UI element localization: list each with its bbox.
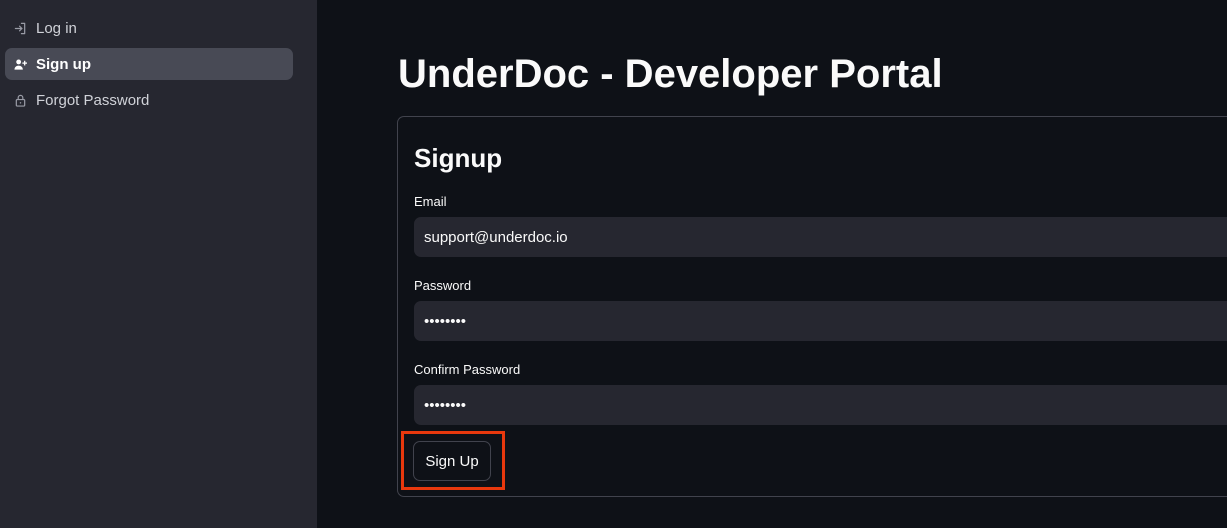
sidebar-item-signup[interactable]: Sign up <box>5 48 293 80</box>
lock-icon <box>14 94 27 107</box>
signup-form: Signup Email Password Confirm Password S… <box>397 116 1227 497</box>
sidebar-item-login[interactable]: Log in <box>5 12 293 44</box>
password-field[interactable] <box>414 301 1227 341</box>
main-content: UnderDoc - Developer Portal Signup Email… <box>317 0 1227 528</box>
sidebar-item-label: Sign up <box>36 55 91 73</box>
confirm-password-label: Confirm Password <box>414 362 521 377</box>
email-label: Email <box>414 194 447 209</box>
sidebar-nav: Log in Sign up Forgot Password <box>5 12 293 120</box>
sign-up-button[interactable]: Sign Up <box>413 441 491 481</box>
add-user-icon <box>14 58 27 71</box>
sidebar-item-label: Log in <box>36 19 77 37</box>
email-field[interactable] <box>414 217 1227 257</box>
page-title: UnderDoc - Developer Portal <box>398 52 943 96</box>
sidebar: Log in Sign up Forgot Password <box>0 0 317 528</box>
sidebar-item-forgot-password[interactable]: Forgot Password <box>5 84 293 116</box>
form-title: Signup <box>414 143 503 173</box>
sidebar-item-label: Forgot Password <box>36 91 150 109</box>
confirm-password-field[interactable] <box>414 385 1227 425</box>
login-icon <box>14 22 27 35</box>
password-label: Password <box>414 278 472 293</box>
